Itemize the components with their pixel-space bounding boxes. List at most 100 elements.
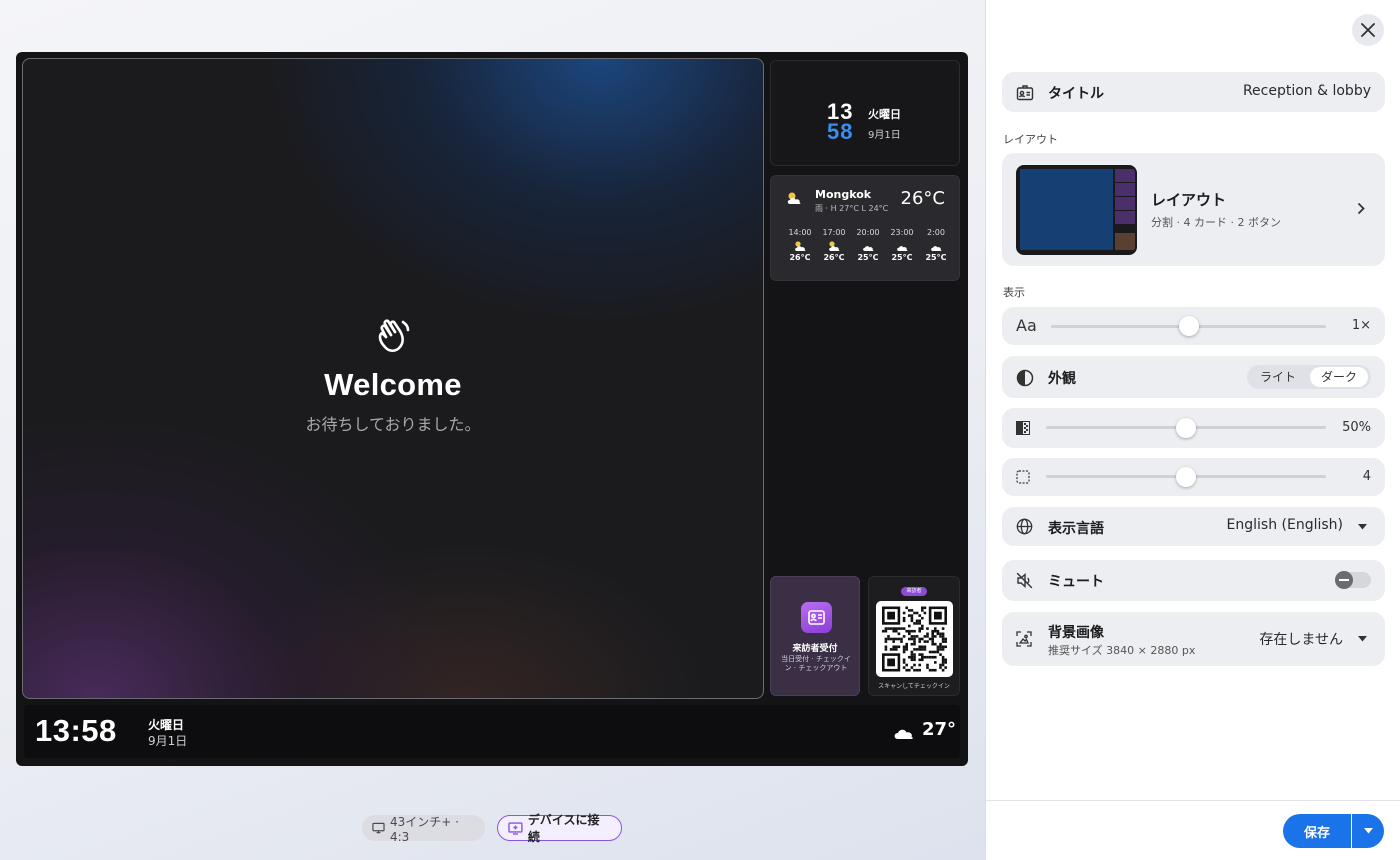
display-size-chip: 43インチ+ · 4:3 — [362, 814, 485, 844]
checkin-description: 当日受付 · チェックイン · チェックアウト — [781, 655, 851, 672]
connect-device-label: デバイスに接続 — [527, 813, 600, 844]
background-image-value: 存在しません — [1259, 632, 1343, 648]
sun-cloud-icon — [795, 241, 806, 251]
title-label: タイトル — [1048, 86, 1104, 102]
layout-selector[interactable]: レイアウト 分割 · 4 カード · 2 ボタン — [1002, 153, 1385, 266]
forecast-item: 23:00 25°C — [887, 228, 917, 262]
corner-radius-slider-row: 4 — [1002, 458, 1385, 496]
appearance-light-option[interactable]: ライト — [1249, 367, 1307, 387]
welcome-title: Welcome — [324, 367, 462, 402]
chevron-down-icon — [1358, 524, 1367, 530]
cloud-icon — [931, 246, 942, 251]
background-image-label: 背景画像 — [1048, 625, 1104, 641]
font-size-slider-row: Aa 1× — [1002, 307, 1385, 345]
appearance-row: 外観 ライト ダーク — [1002, 356, 1385, 398]
cloud-icon — [894, 729, 913, 739]
status-bar-date: 9月1日 — [148, 734, 188, 748]
forecast-item: 2:00 25°C — [921, 228, 951, 262]
connect-device-button[interactable]: デバイスに接続 — [497, 813, 622, 844]
appearance-toggle: ライト ダーク — [1247, 365, 1371, 389]
checkin-title: 来訪者受付 — [792, 644, 838, 654]
clock-card: 13 58 火曜日 9月1日 — [770, 60, 960, 166]
speaker-muted-icon — [1016, 572, 1033, 589]
forecast-time: 23:00 — [890, 228, 914, 237]
waving-hand-icon — [378, 319, 410, 353]
checkin-button-card[interactable]: 来訪者受付 当日受付 · チェックイン · チェックアウト — [770, 576, 860, 696]
corner-radius-value: 4 — [1362, 469, 1371, 484]
qr-checkin-card[interactable]: 来訪者 スキャンしてチェックイン — [868, 576, 960, 696]
qr-caption: スキャンしてチェックイン — [878, 683, 950, 690]
clock-weekday: 火曜日 — [868, 108, 901, 121]
layout-title: レイアウト — [1151, 191, 1227, 209]
save-button-label: 保存 — [1303, 825, 1330, 841]
weather-temperature: 26°C — [900, 188, 945, 209]
forecast-row: 14:00 26°C 17:00 26°C 20:00 25°C 23:00 2… — [785, 228, 951, 262]
status-bar-temperature: 27° — [922, 719, 957, 740]
monitor-icon — [372, 822, 385, 834]
clock-date: 9月1日 — [868, 130, 901, 141]
font-size-slider-thumb[interactable] — [1178, 316, 1199, 336]
mute-label: ミュート — [1048, 574, 1104, 590]
forecast-temp: 26°C — [789, 253, 811, 262]
forecast-time: 20:00 — [856, 228, 880, 237]
corner-radius-slider-thumb[interactable] — [1176, 467, 1196, 487]
image-frame-icon — [1016, 631, 1032, 647]
settings-panel: タイトル Reception & lobby レイアウト レイアウト 分割 · … — [985, 0, 1400, 860]
status-bar-time: 13:58 — [35, 713, 117, 748]
forecast-item: 17:00 26°C — [819, 228, 849, 262]
appearance-label: 外観 — [1048, 371, 1076, 387]
layout-thumbnail — [1016, 165, 1137, 255]
opacity-slider-row: 50% — [1002, 408, 1385, 448]
language-select[interactable]: 表示言語 English (English) — [1002, 507, 1385, 546]
font-size-value: 1× — [1351, 318, 1371, 333]
corner-radius-icon — [1016, 470, 1030, 484]
welcome-subtitle: お待ちしておりました。 — [305, 415, 481, 434]
title-value: Reception & lobby — [1242, 83, 1371, 99]
layout-section-label: レイアウト — [1003, 133, 1058, 146]
status-bar-weekday: 火曜日 — [148, 718, 185, 732]
qr-code — [876, 601, 953, 677]
save-options-dropdown[interactable] — [1352, 814, 1384, 848]
mute-toggle[interactable] — [1335, 571, 1371, 589]
welcome-hero: Welcome お待ちしておりました。 — [22, 58, 764, 699]
opacity-slider-thumb[interactable] — [1176, 418, 1196, 438]
forecast-item: 14:00 26°C — [785, 228, 815, 262]
background-image-hint: 推奨サイズ 3840 × 2880 px — [1048, 644, 1196, 657]
save-button[interactable]: 保存 — [1283, 814, 1351, 848]
qr-badge: 来訪者 — [901, 587, 927, 596]
status-bar: 13:58 火曜日 9月1日 27° — [24, 705, 960, 758]
id-card-icon — [801, 602, 832, 633]
chevron-down-icon — [1358, 636, 1367, 642]
globe-icon — [1016, 518, 1033, 535]
forecast-item: 20:00 25°C — [853, 228, 883, 262]
forecast-time: 17:00 — [822, 228, 846, 237]
opacity-icon — [1016, 421, 1030, 435]
forecast-temp: 25°C — [925, 253, 947, 262]
cast-icon — [508, 821, 523, 835]
display-section-label: 表示 — [1003, 286, 1025, 299]
forecast-temp: 25°C — [857, 253, 879, 262]
weather-description: 雨 · H 27°C L 24°C — [815, 204, 889, 213]
contrast-icon — [1016, 369, 1034, 387]
close-icon — [1361, 23, 1375, 37]
forecast-time: 14:00 — [788, 228, 812, 237]
font-size-icon: Aa — [1016, 316, 1037, 335]
title-field[interactable]: タイトル Reception & lobby — [1002, 72, 1385, 112]
chevron-right-icon — [1357, 202, 1365, 215]
clock-minute: 58 — [827, 119, 854, 144]
signage-preview: Welcome お待ちしておりました。 13 58 火曜日 9月1日 Mongk… — [16, 52, 968, 766]
background-image-select[interactable]: 背景画像 推奨サイズ 3840 × 2880 px 存在しません — [1002, 612, 1385, 666]
appearance-dark-option[interactable]: ダーク — [1310, 367, 1368, 387]
footer-divider — [986, 800, 1400, 801]
forecast-temp: 25°C — [891, 253, 913, 262]
display-size-label: 43インチ+ · 4:3 — [389, 814, 459, 844]
forecast-time: 2:00 — [927, 228, 945, 237]
id-badge-icon — [1016, 85, 1034, 101]
cloud-icon — [897, 246, 908, 251]
weather-card: Mongkok 雨 · H 27°C L 24°C 26°C 14:00 26°… — [770, 175, 960, 281]
layout-subtitle: 分割 · 4 カード · 2 ボタン — [1151, 216, 1281, 229]
language-label: 表示言語 — [1048, 521, 1104, 537]
mute-row: ミュート — [1002, 560, 1385, 601]
chevron-down-icon — [1363, 828, 1373, 834]
close-button[interactable] — [1352, 14, 1384, 46]
